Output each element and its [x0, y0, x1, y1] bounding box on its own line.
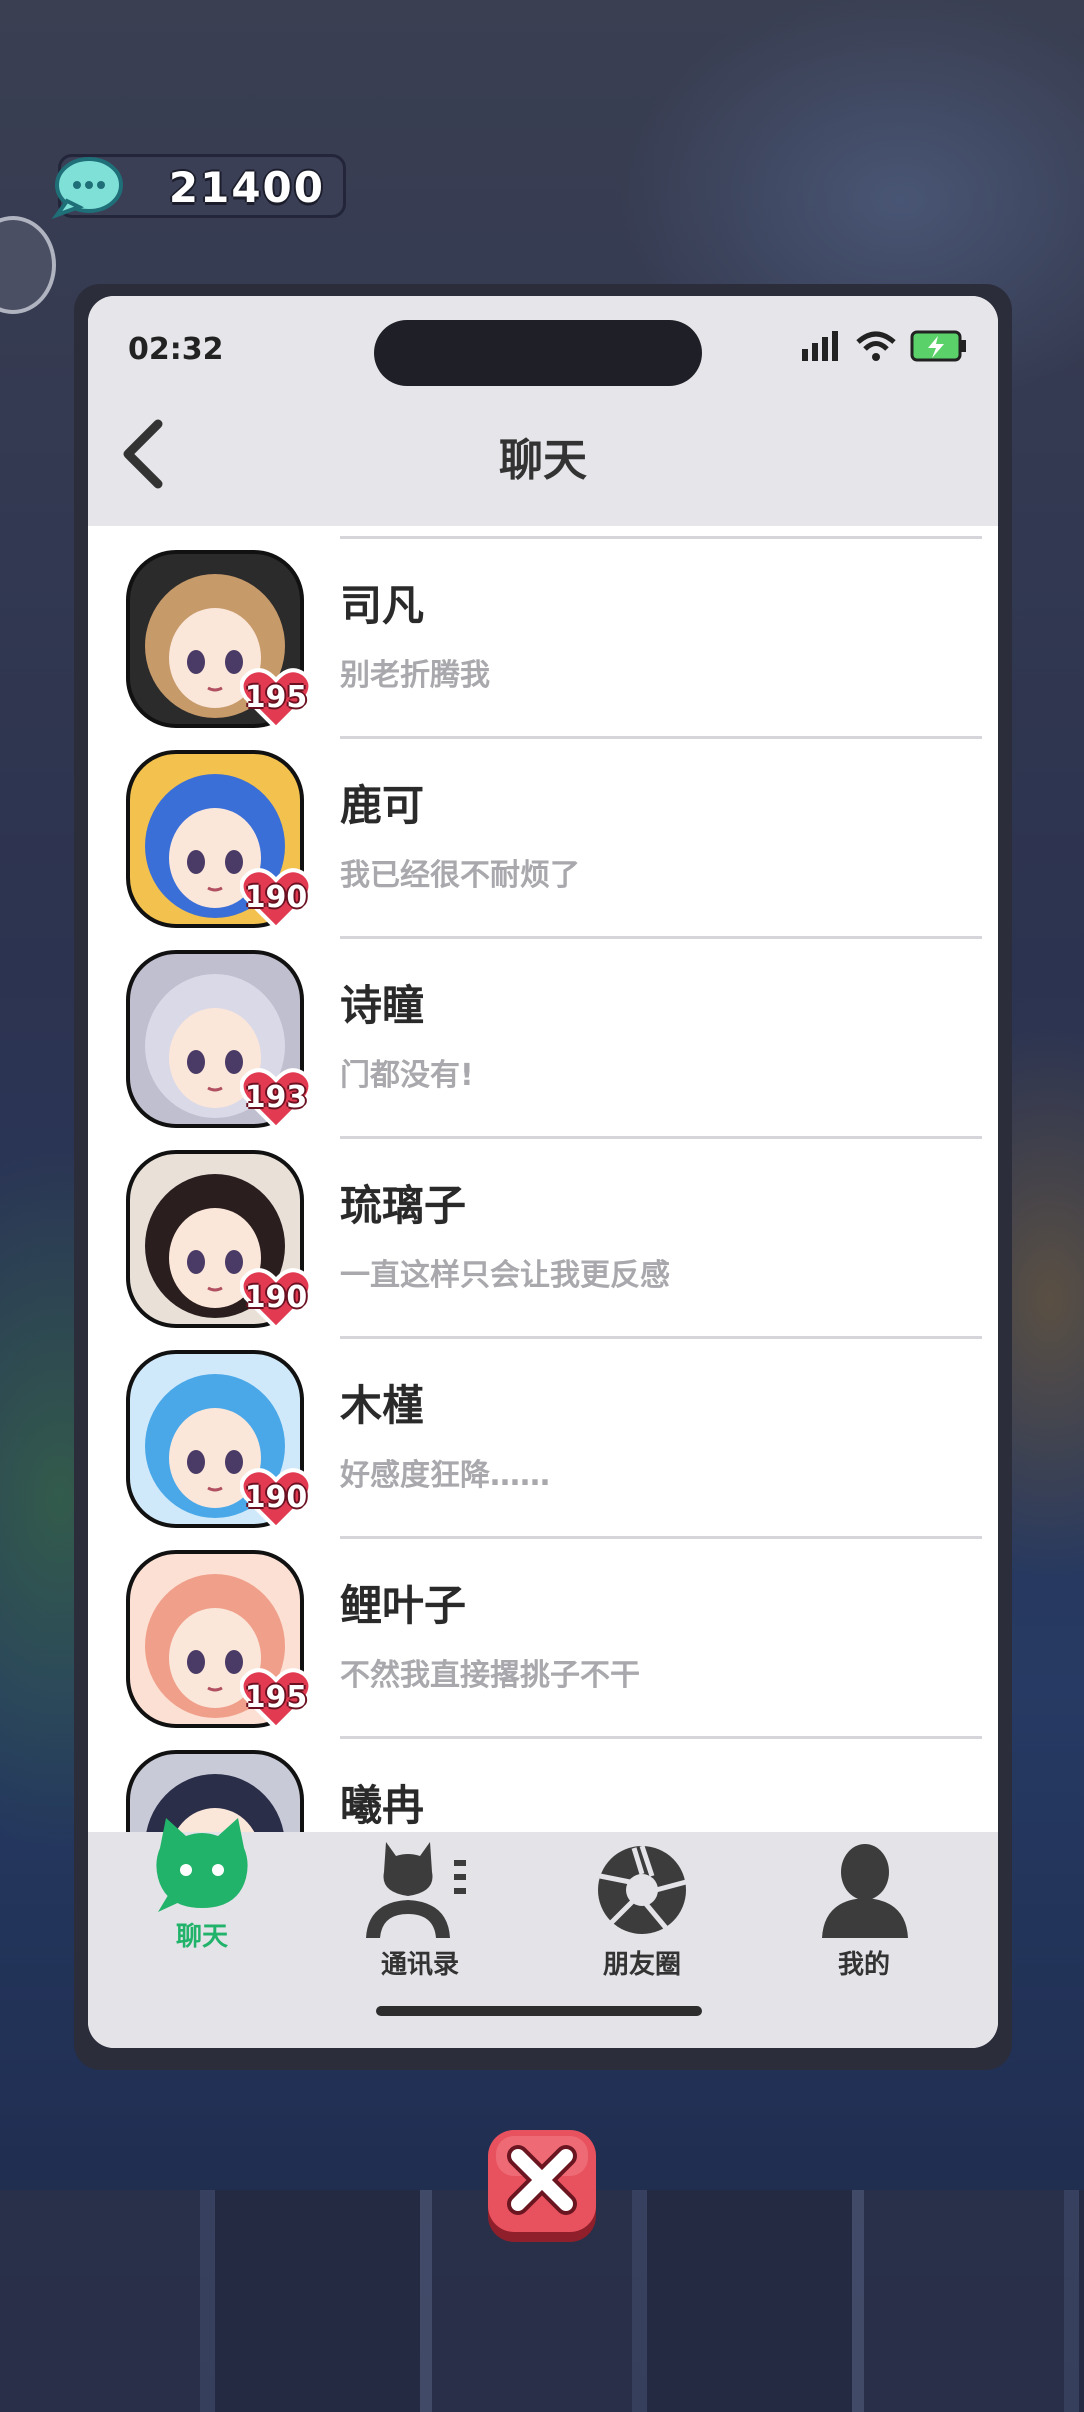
profile-icon: [822, 1844, 908, 1938]
page-title: 聊天: [499, 435, 587, 486]
row-divider: [340, 1136, 982, 1139]
chat-list[interactable]: 195 司凡 别老折腾我 190 鹿可 我已经很不耐烦了 193 诗瞳 门都没有…: [88, 526, 998, 1832]
row-divider: [340, 536, 982, 539]
contact-name: 曦冉: [340, 1781, 425, 1830]
contacts-icon: [366, 1842, 466, 1938]
row-divider: [340, 1736, 982, 1739]
header-area: 02:32 聊天: [88, 296, 998, 526]
chat-bubble-currency-icon: [51, 157, 123, 219]
row-divider: [340, 736, 982, 739]
contact-name: 鹿可: [340, 781, 425, 830]
status-time: 02:32: [128, 332, 224, 367]
close-icon[interactable]: [484, 2128, 600, 2244]
affection-value: 195: [244, 1680, 308, 1715]
chat-row[interactable]: 190 琉璃子 一直这样只会让我更反感: [88, 1136, 998, 1336]
affection-value: 190: [244, 880, 308, 915]
affection-badge: 190: [240, 1266, 312, 1332]
phone-screen: 02:32 聊天 195 司凡 别老折腾我 190 鹿可 我已经很不耐烦了 19…: [88, 296, 998, 2048]
affection-badge: 190: [240, 866, 312, 932]
affection-value: 190: [244, 1280, 308, 1315]
status-icons: [802, 330, 968, 362]
coin-counter: 21400: [51, 154, 346, 219]
last-message: 一直这样只会让我更反感: [340, 1258, 670, 1293]
chat-row[interactable]: 195 鲤叶子 不然我直接撂挑子不干: [88, 1536, 998, 1736]
last-message: 别老折腾我: [340, 658, 490, 693]
chat-row[interactable]: 195 司凡 别老折腾我: [88, 536, 998, 736]
battery-charging-icon: [910, 330, 966, 362]
contact-name: 琉璃子: [340, 1181, 467, 1230]
tab-chat[interactable]: 聊天: [102, 1818, 302, 2002]
tab-moments[interactable]: 朋友圈: [542, 1832, 742, 2002]
home-indicator[interactable]: [376, 2006, 702, 2016]
contact-name: 木槿: [340, 1381, 425, 1430]
dynamic-island: [374, 320, 702, 386]
last-message: 好感度狂降……: [340, 1458, 550, 1493]
chat-row[interactable]: 193 诗瞳 门都没有!: [88, 936, 998, 1136]
wifi-icon: [856, 331, 896, 361]
contact-name: 司凡: [340, 581, 425, 630]
tab-label-moments: 朋友圈: [602, 1950, 681, 1980]
last-message: 我已经很不耐烦了: [340, 858, 580, 893]
affection-badge: 190: [240, 1466, 312, 1532]
affection-badge: 193: [240, 1066, 312, 1132]
tab-profile[interactable]: 我的: [764, 1832, 964, 2002]
chat-row[interactable]: 190 木槿 好感度狂降……: [88, 1336, 998, 1536]
chat-cat-icon: [156, 1818, 248, 1912]
contact-name: 鲤叶子: [340, 1581, 467, 1630]
affection-badge: 195: [240, 1666, 312, 1732]
last-message: 不然我直接撂挑子不干: [340, 1658, 640, 1693]
moments-shutter-icon: [598, 1845, 687, 1934]
affection-value: 193: [244, 1080, 308, 1115]
signal-icon: [802, 331, 838, 361]
row-divider: [340, 1336, 982, 1339]
affection-badge: 195: [240, 666, 312, 732]
contact-name: 诗瞳: [340, 981, 425, 1030]
tab-contacts[interactable]: 通讯录: [320, 1832, 520, 2002]
row-divider: [340, 936, 982, 939]
tab-label-chat: 聊天: [175, 1922, 228, 1952]
chat-row[interactable]: 190 鹿可 我已经很不耐烦了: [88, 736, 998, 936]
tab-label-contacts: 通讯录: [380, 1950, 459, 1980]
last-message: 门都没有!: [340, 1058, 474, 1093]
tab-label-profile: 我的: [837, 1950, 890, 1980]
row-divider: [340, 1536, 982, 1539]
affection-value: 195: [244, 680, 308, 715]
coin-value: 21400: [168, 163, 325, 212]
affection-value: 190: [244, 1480, 308, 1515]
